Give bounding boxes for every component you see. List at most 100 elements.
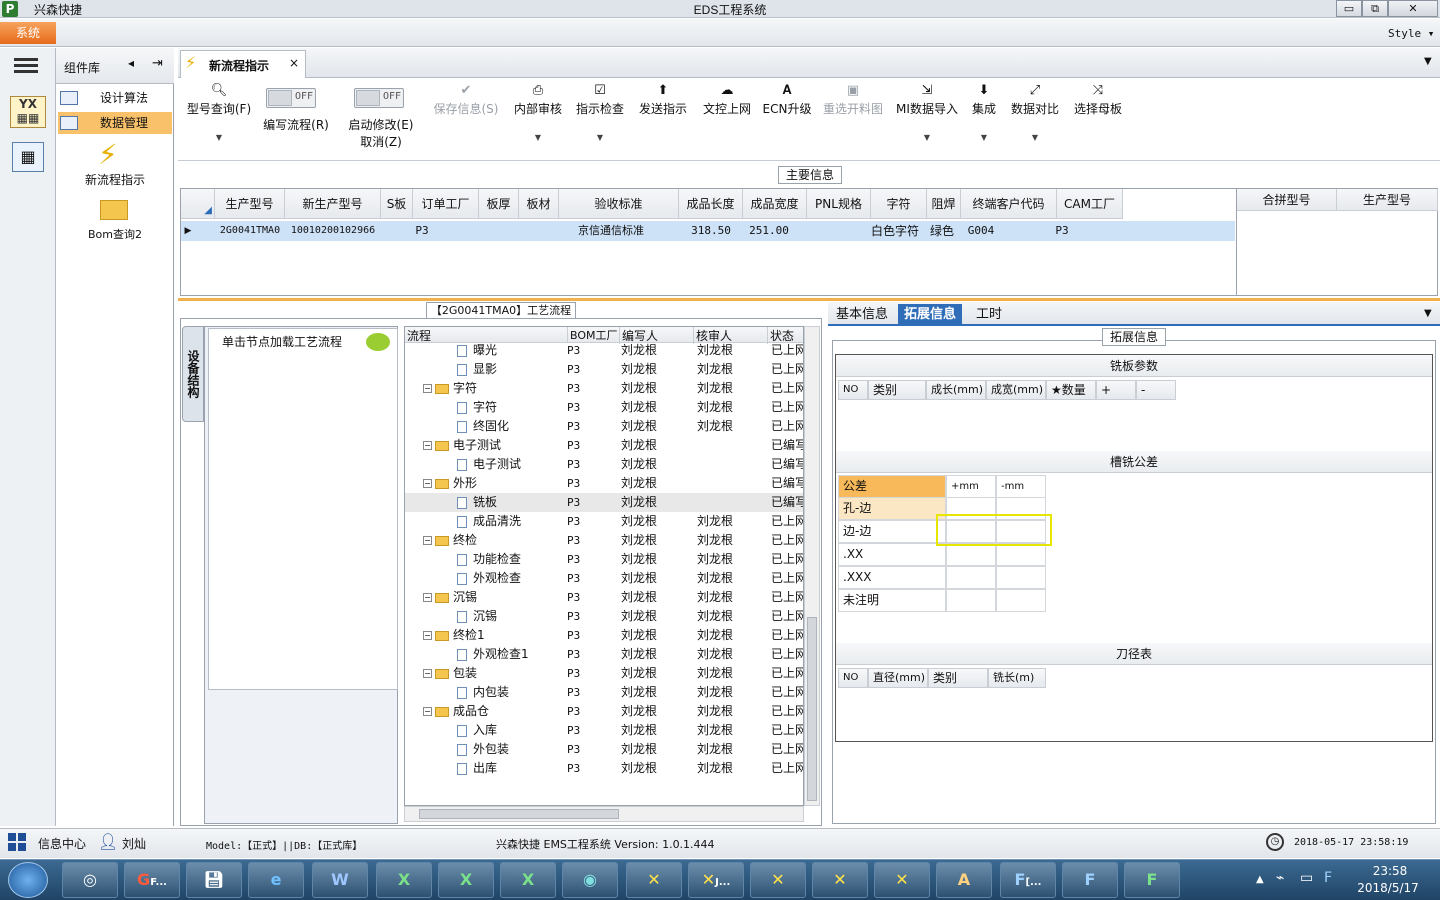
tree-row[interactable]: − 成品仓 P3 刘龙根 刘龙根 已上网 <box>405 702 803 721</box>
scroll-thumb[interactable] <box>419 809 619 819</box>
factory-icon[interactable]: YX ▦▦ <box>10 96 46 128</box>
expand-toggle-icon[interactable]: − <box>423 707 432 716</box>
taskbar-ie-icon[interactable]: e <box>248 862 304 898</box>
splitter[interactable] <box>178 298 1440 301</box>
cell[interactable]: 京信通信标准 <box>551 221 671 241</box>
edit-flow-toggle[interactable]: OFF <box>266 88 316 108</box>
col-header[interactable]: 成品宽度 <box>743 189 807 219</box>
col-header[interactable]: 铣长(m) <box>988 668 1046 688</box>
tray-monitor-icon[interactable]: ▭ <box>1300 870 1313 886</box>
tree-row[interactable]: 沉锡 P3 刘龙根 刘龙根 已上网 <box>405 607 803 626</box>
tab-work-hours[interactable]: 工时 <box>970 304 1008 326</box>
remove-row-button[interactable]: - <box>1136 380 1176 400</box>
tree-row[interactable]: 外观检查1 P3 刘龙根 刘龙根 已上网 <box>405 645 803 664</box>
tab-new-flow-instruction[interactable]: ⚡ 新流程指示 × <box>180 50 306 78</box>
add-row-button[interactable]: + <box>1096 380 1136 400</box>
tree-row[interactable]: − 终检 P3 刘龙根 刘龙根 已上网 <box>405 531 803 550</box>
taskbar-date[interactable]: 2018/5/17 <box>1352 881 1424 895</box>
tree-row[interactable]: 显影 P3 刘龙根 刘龙根 已上网 <box>405 360 803 379</box>
reselect-cutting-button[interactable]: ▣ 重选开料图 <box>820 82 886 117</box>
cell[interactable]: G004 <box>961 221 1001 241</box>
taskbar-word-icon[interactable]: W <box>312 862 368 898</box>
tree-row[interactable]: 外包装 P3 刘龙根 刘龙根 已上网 <box>405 740 803 759</box>
expand-toggle-icon[interactable]: − <box>423 631 432 640</box>
col-header[interactable]: 类别 <box>928 668 988 688</box>
col-header[interactable]: 成长(mm) <box>926 380 986 400</box>
tree-node[interactable]: 内包装 <box>457 683 509 702</box>
tree-row[interactable]: − 包装 P3 刘龙根 刘龙根 已上网 <box>405 664 803 683</box>
tab-basic-info[interactable]: 基本信息 <box>830 304 894 326</box>
tree-node[interactable]: − 电子测试 <box>423 436 501 455</box>
table-row[interactable]: ▶ 2G0041TMA0 10010200102966 P3 京信通信标准 31… <box>181 221 1235 241</box>
doc-upload-button[interactable]: ☁ 文控上网 <box>700 82 754 117</box>
tree-row[interactable]: 铣板 P3 刘龙根 已编写 <box>405 493 803 512</box>
col-header[interactable]: 阻焊 <box>927 189 961 219</box>
tolerance-minus-input[interactable] <box>996 566 1046 589</box>
tab-dropdown-icon[interactable]: ▼ <box>1424 56 1432 67</box>
tree-row[interactable]: 外观检查 P3 刘龙根 刘龙根 已上网 <box>405 569 803 588</box>
col-header[interactable]: 板厚 <box>479 189 519 219</box>
cell[interactable]: 绿色 <box>925 221 959 241</box>
model-query-button[interactable]: 🔍︎ 型号查询(F) ▼ <box>184 82 254 142</box>
taskbar-shell-icon[interactable]: ◎ <box>62 862 118 898</box>
tree-node[interactable]: − 成品仓 <box>423 702 489 721</box>
tree-node[interactable]: 沉锡 <box>457 607 497 626</box>
complib-item-data-management[interactable]: 数据管理 <box>58 112 172 134</box>
expand-toggle-icon[interactable]: − <box>423 479 432 488</box>
expand-toggle-icon[interactable]: − <box>423 536 432 545</box>
tree-row[interactable]: − 终检1 P3 刘龙根 刘龙根 已上网 <box>405 626 803 645</box>
tree-node[interactable]: 终固化 <box>457 417 509 436</box>
tree-node[interactable]: 功能检查 <box>457 550 521 569</box>
cell[interactable] <box>807 221 871 241</box>
tree-row[interactable]: 出库 P3 刘龙根 刘龙根 已上网 <box>405 759 803 778</box>
tree-node[interactable]: 显影 <box>457 360 497 379</box>
taskbar-save-icon[interactable]: 💾︎ <box>186 862 242 898</box>
col-header[interactable]: 合拼型号 <box>1237 189 1337 211</box>
close-window-button[interactable]: ✕ <box>1388 0 1438 17</box>
start-modify-toggle[interactable]: OFF <box>354 88 404 108</box>
tree-node[interactable]: 铣板 <box>457 493 497 512</box>
expand-toggle-icon[interactable]: − <box>423 384 432 393</box>
col-header[interactable]: 订单工厂 <box>413 189 479 219</box>
tree-node[interactable]: 电子测试 <box>457 455 521 474</box>
ecn-upgrade-button[interactable]: 𝐀 ECN升级 <box>762 82 812 117</box>
col-header[interactable]: 成宽(mm) <box>986 380 1046 400</box>
style-menu[interactable]: Style ▾ <box>1388 27 1434 40</box>
taskbar-window-icon[interactable]: ✕J... <box>688 862 744 898</box>
data-compare-button[interactable]: ⤢ 数据对比 ▼ <box>1008 82 1062 142</box>
col-header[interactable]: 直径(mm) <box>868 668 928 688</box>
tree-node[interactable]: 外观检查1 <box>457 645 529 664</box>
cell[interactable] <box>479 221 519 241</box>
tree-node[interactable]: 外观检查 <box>457 569 521 588</box>
tree-node[interactable]: − 沉锡 <box>423 588 477 607</box>
internal-review-button[interactable]: ⎙ 内部审核 ▼ <box>512 82 564 142</box>
tree-row[interactable]: − 外形 P3 刘龙根 已编写 <box>405 474 803 493</box>
taskbar-excel-icon[interactable]: X <box>376 862 432 898</box>
cell[interactable]: 10010200102966 <box>285 221 381 241</box>
select-master-button[interactable]: ⤨ 选择母板 <box>1070 82 1126 117</box>
taskbar-window-icon[interactable]: ✕ <box>812 862 868 898</box>
tile-new-flow-label[interactable]: 新流程指示 <box>58 171 172 188</box>
taskbar-excel-icon[interactable]: X <box>500 862 556 898</box>
tree-node[interactable]: 外包装 <box>457 740 509 759</box>
col-header[interactable]: 验收标准 <box>559 189 679 219</box>
tolerance-plus-input[interactable] <box>946 543 996 566</box>
col-header[interactable]: NO <box>838 668 868 688</box>
horizontal-scrollbar[interactable] <box>404 806 804 822</box>
tree-row[interactable]: 内包装 P3 刘龙根 刘龙根 已上网 <box>405 683 803 702</box>
lightning-icon[interactable]: ⚡ <box>98 138 118 171</box>
tree-row[interactable]: 曝光 P3 刘龙根 刘龙根 已上网 <box>405 341 803 360</box>
tree-node[interactable]: − 包装 <box>423 664 477 683</box>
taskbar-foxit-icon[interactable]: GF... <box>124 862 180 898</box>
tree-node[interactable]: 字符 <box>457 398 497 417</box>
col-header[interactable]: 新生产型号 <box>285 189 381 219</box>
send-instruction-button[interactable]: ⬆ 发送指示 <box>636 82 690 117</box>
tree-node[interactable]: − 外形 <box>423 474 477 493</box>
tree-row[interactable]: − 沉锡 P3 刘龙根 刘龙根 已上网 <box>405 588 803 607</box>
cell[interactable]: 251.00 <box>737 221 801 241</box>
col-header[interactable]: S板 <box>381 189 413 219</box>
col-header[interactable]: 生产型号 <box>1337 189 1438 211</box>
tree-node[interactable]: 入库 <box>457 721 497 740</box>
tree-row[interactable]: 电子测试 P3 刘龙根 已编写 <box>405 455 803 474</box>
tree-row[interactable]: 终固化 P3 刘龙根 刘龙根 已上网 <box>405 417 803 436</box>
